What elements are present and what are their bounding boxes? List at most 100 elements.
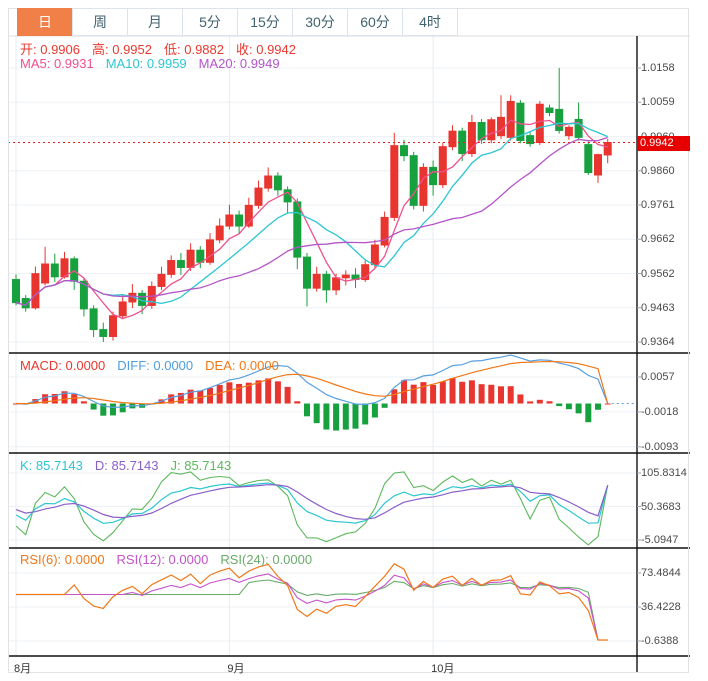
candle-body	[439, 147, 446, 185]
candle-body	[565, 127, 572, 135]
legend-item: RSI(24): 0.0000	[220, 552, 312, 567]
macd-bar	[323, 404, 329, 430]
chart-canvas[interactable]	[0, 0, 708, 681]
macd-bar	[110, 404, 116, 416]
axis-tick-label: 73.4844	[641, 567, 681, 579]
axis-tick-label: 1.0158	[641, 62, 675, 74]
candle-body	[371, 245, 378, 265]
macd-bar	[595, 404, 601, 410]
candle-body	[236, 215, 243, 226]
macd-bar	[411, 385, 417, 404]
candle-body	[430, 167, 437, 184]
macd-bar	[81, 401, 87, 403]
macd-bar	[430, 385, 436, 404]
candle-body	[449, 131, 456, 147]
candle-body	[546, 108, 553, 112]
candle-body	[51, 264, 58, 277]
candle-body	[468, 123, 475, 154]
legend-item: 低: 0.9882	[164, 42, 224, 57]
candle-body	[71, 259, 78, 281]
macd-bar	[275, 381, 281, 403]
axis-tick-label: 0.9761	[641, 199, 675, 211]
candle-body	[342, 275, 349, 278]
candle-body	[488, 120, 495, 140]
macd-bar	[343, 404, 349, 430]
candle-body	[119, 302, 126, 316]
tab-15分[interactable]: 15分	[237, 8, 292, 36]
legend-item: MA20: 0.9949	[199, 56, 280, 71]
macd-bar	[265, 378, 271, 403]
axis-tick-label: 0.9463	[641, 302, 675, 314]
candle-body	[498, 117, 505, 135]
macd-bar	[236, 384, 242, 404]
candle-body	[323, 274, 330, 290]
legend-item: D: 85.7143	[95, 458, 159, 473]
macd-bar	[605, 404, 611, 405]
ma10-line	[16, 123, 608, 305]
axis-tick-label: 36.4228	[641, 601, 681, 613]
month-label: 8月	[14, 660, 31, 676]
candle-body	[274, 176, 281, 190]
macd-bar	[362, 404, 368, 425]
candle-body	[13, 280, 20, 303]
axis-tick-label: -0.6388	[641, 635, 678, 647]
tab-周[interactable]: 周	[72, 8, 127, 36]
legend-item: DIFF: 0.0000	[117, 358, 193, 373]
macd-bar	[372, 404, 378, 418]
macd-bar	[585, 404, 591, 423]
legend-item: MACD: 0.0000	[20, 358, 105, 373]
legend-item: 收: 0.9942	[236, 42, 296, 57]
period-tab-bar: 日周月5分15分30分60分4时	[17, 8, 458, 36]
legend-item: MA10: 0.9959	[106, 56, 187, 71]
macd-bar	[120, 404, 126, 413]
legend-item: 开: 0.9906	[20, 42, 80, 57]
k-line	[16, 483, 608, 523]
macd-bar	[333, 404, 339, 431]
macd-legend: MACD: 0.0000DIFF: 0.0000DEA: 0.0000	[20, 358, 291, 373]
macd-bar	[517, 394, 523, 403]
kdj-legend: K: 85.7143D: 85.7143J: 85.7143	[20, 458, 243, 473]
axis-tick-label: 0.9662	[641, 233, 675, 245]
candle-body	[333, 278, 340, 290]
macd-bar	[420, 382, 426, 403]
rsi24-line	[16, 580, 608, 640]
candle-body	[32, 274, 39, 308]
tab-5分[interactable]: 5分	[182, 8, 237, 36]
axis-tick-label: -0.0018	[641, 406, 678, 418]
candle-body	[410, 156, 417, 206]
month-label: 10月	[431, 660, 454, 676]
legend-item: RSI(6): 0.0000	[20, 552, 105, 567]
candle-body	[100, 330, 107, 337]
rsi-legend: RSI(6): 0.0000RSI(12): 0.0000RSI(24): 0.…	[20, 552, 324, 567]
macd-bar	[91, 404, 97, 410]
candle-body	[420, 167, 427, 205]
legend-item: MA5: 0.9931	[20, 56, 94, 71]
candle-body	[391, 146, 398, 218]
macd-bar	[547, 401, 553, 403]
candle-body	[226, 215, 233, 226]
tab-60分[interactable]: 60分	[347, 8, 402, 36]
j-line	[16, 472, 608, 545]
tab-4时[interactable]: 4时	[402, 8, 458, 36]
macd-bar	[391, 389, 397, 403]
candle-body	[110, 316, 117, 337]
candle-body	[187, 250, 194, 267]
tab-月[interactable]: 月	[127, 8, 182, 36]
axis-tick-label: -5.0947	[641, 534, 678, 546]
candle-body	[42, 264, 49, 283]
candle-body	[255, 188, 262, 205]
tab-日[interactable]: 日	[17, 8, 72, 36]
candle-body	[556, 109, 563, 130]
candle-body	[61, 259, 68, 277]
macd-bar	[469, 380, 475, 403]
candle-body	[536, 104, 543, 142]
candle-body	[216, 226, 223, 240]
axis-tick-label: 50.3683	[641, 501, 681, 513]
candle-body	[313, 274, 320, 288]
macd-bar	[382, 404, 388, 408]
candle-body	[401, 146, 408, 156]
month-label: 9月	[227, 660, 244, 676]
candle-body	[90, 309, 97, 330]
tab-30分[interactable]: 30分	[292, 8, 347, 36]
current-price-badge: 0.9942	[637, 136, 690, 151]
